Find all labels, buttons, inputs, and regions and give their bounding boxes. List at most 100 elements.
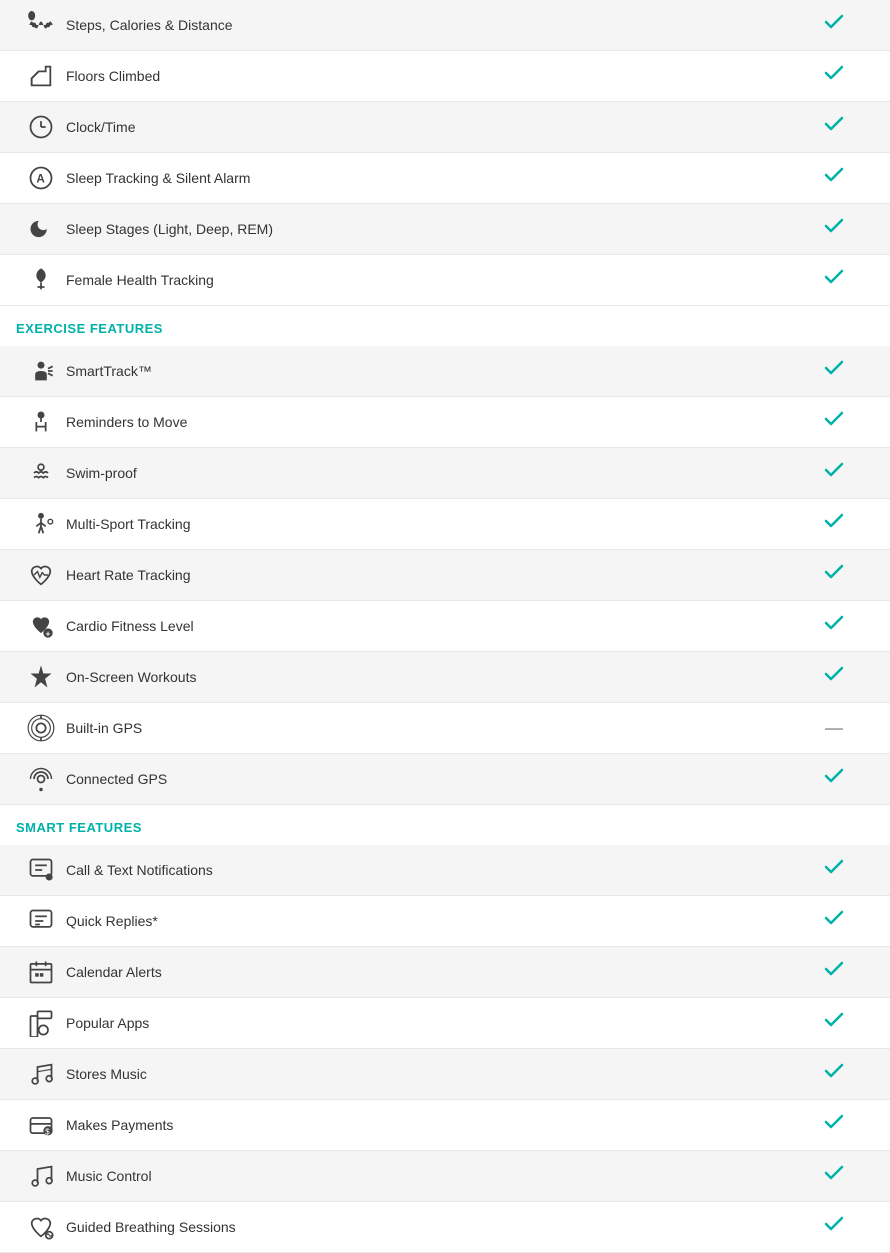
check-icon-floors (822, 61, 846, 91)
feature-name-reminders: Reminders to Move (66, 413, 794, 431)
check-cell-steps (794, 10, 874, 40)
check-cell-calendar (794, 957, 874, 987)
check-cell-sleep-tracking (794, 163, 874, 193)
check-icon-onscreen (822, 662, 846, 692)
check-icon-heartrate (822, 560, 846, 590)
section-header-label: SMART FEATURES (16, 820, 142, 835)
feature-name-builtin-gps: Built-in GPS (66, 719, 794, 737)
feature-row-multisport: Multi-Sport Tracking (0, 499, 890, 550)
check-icon-breathing (822, 1212, 846, 1242)
feature-name-sleep-tracking: Sleep Tracking & Silent Alarm (66, 169, 794, 187)
check-cell-call-text (794, 855, 874, 885)
icon-swim (16, 458, 66, 488)
check-icon-smarttrack (822, 356, 846, 386)
feature-name-female-health: Female Health Tracking (66, 271, 794, 289)
check-icon-multisport (822, 509, 846, 539)
feature-name-sleep-stages: Sleep Stages (Light, Deep, REM) (66, 220, 794, 238)
check-cell-sleep-stages (794, 214, 874, 244)
section-header-smart-features: SMART FEATURES (0, 805, 890, 845)
check-icon-music-control (822, 1161, 846, 1191)
feature-row-stores-music: Stores Music (0, 1049, 890, 1100)
check-cell-breathing (794, 1212, 874, 1242)
feature-row-smarttrack: SmartTrack™ (0, 346, 890, 397)
feature-row-reminders: Reminders to Move (0, 397, 890, 448)
icon-female-health (16, 265, 66, 295)
check-cell-cardio (794, 611, 874, 641)
section-header-exercise-features: EXERCISE FEATURES (0, 306, 890, 346)
feature-row-floors: Floors Climbed (0, 51, 890, 102)
feature-row-sleep-tracking: A Sleep Tracking & Silent Alarm (0, 153, 890, 204)
feature-row-quick-replies: Quick Replies* (0, 896, 890, 947)
check-cell-payments (794, 1110, 874, 1140)
icon-payments: $ (16, 1110, 66, 1140)
feature-row-clock: Clock/Time (0, 102, 890, 153)
feature-name-steps: Steps, Calories & Distance (66, 16, 794, 34)
icon-onscreen (16, 662, 66, 692)
feature-row-onscreen: On-Screen Workouts (0, 652, 890, 703)
feature-row-female-health: Female Health Tracking (0, 255, 890, 306)
check-cell-floors (794, 61, 874, 91)
feature-name-stores-music: Stores Music (66, 1065, 794, 1083)
check-cell-stores-music (794, 1059, 874, 1089)
check-icon-clock (822, 112, 846, 142)
dash-icon-builtin-gps: — (825, 718, 843, 739)
icon-clock (16, 112, 66, 142)
check-icon-popular-apps (822, 1008, 846, 1038)
check-icon-calendar (822, 957, 846, 987)
feature-row-payments: $Makes Payments (0, 1100, 890, 1151)
check-icon-steps (822, 10, 846, 40)
svg-text:$: $ (45, 1127, 50, 1136)
feature-name-clock: Clock/Time (66, 118, 794, 136)
feature-row-builtin-gps: Built-in GPS — (0, 703, 890, 754)
icon-popular-apps (16, 1008, 66, 1038)
icon-breathing (16, 1212, 66, 1242)
check-cell-swim (794, 458, 874, 488)
check-cell-multisport (794, 509, 874, 539)
feature-name-heartrate: Heart Rate Tracking (66, 566, 794, 584)
check-icon-connected-gps (822, 764, 846, 794)
icon-call-text (16, 855, 66, 885)
svg-text:A: A (36, 173, 45, 186)
icon-cardio: + (16, 611, 66, 641)
check-icon-stores-music (822, 1059, 846, 1089)
check-icon-quick-replies (822, 906, 846, 936)
check-cell-onscreen (794, 662, 874, 692)
check-icon-cardio (822, 611, 846, 641)
check-cell-heartrate (794, 560, 874, 590)
check-cell-reminders (794, 407, 874, 437)
check-icon-payments (822, 1110, 846, 1140)
check-icon-swim (822, 458, 846, 488)
icon-multisport (16, 509, 66, 539)
feature-name-quick-replies: Quick Replies* (66, 912, 794, 930)
check-icon-female-health (822, 265, 846, 295)
icon-calendar (16, 957, 66, 987)
feature-row-sleep-stages: Sleep Stages (Light, Deep, REM) (0, 204, 890, 255)
check-icon-reminders (822, 407, 846, 437)
check-cell-smarttrack (794, 356, 874, 386)
icon-reminders (16, 407, 66, 437)
feature-row-breathing: Guided Breathing Sessions (0, 1202, 890, 1253)
section-header-label: EXERCISE FEATURES (16, 321, 163, 336)
icon-stores-music (16, 1059, 66, 1089)
icon-sleep-stages (16, 214, 66, 244)
check-cell-quick-replies (794, 906, 874, 936)
check-cell-connected-gps (794, 764, 874, 794)
feature-name-swim: Swim-proof (66, 464, 794, 482)
feature-name-floors: Floors Climbed (66, 67, 794, 85)
svg-text:+: + (46, 630, 51, 639)
icon-quick-replies (16, 906, 66, 936)
feature-row-steps: Steps, Calories & Distance (0, 0, 890, 51)
feature-name-connected-gps: Connected GPS (66, 770, 794, 788)
check-icon-sleep-stages (822, 214, 846, 244)
check-cell-female-health (794, 265, 874, 295)
feature-row-heartrate: Heart Rate Tracking (0, 550, 890, 601)
icon-sleep-tracking: A (16, 163, 66, 193)
feature-name-call-text: Call & Text Notifications (66, 861, 794, 879)
check-icon-call-text (822, 855, 846, 885)
feature-name-calendar: Calendar Alerts (66, 963, 794, 981)
check-icon-sleep-tracking (822, 163, 846, 193)
feature-name-multisport: Multi-Sport Tracking (66, 515, 794, 533)
check-cell-clock (794, 112, 874, 142)
check-cell-popular-apps (794, 1008, 874, 1038)
feature-row-music-control: Music Control (0, 1151, 890, 1202)
